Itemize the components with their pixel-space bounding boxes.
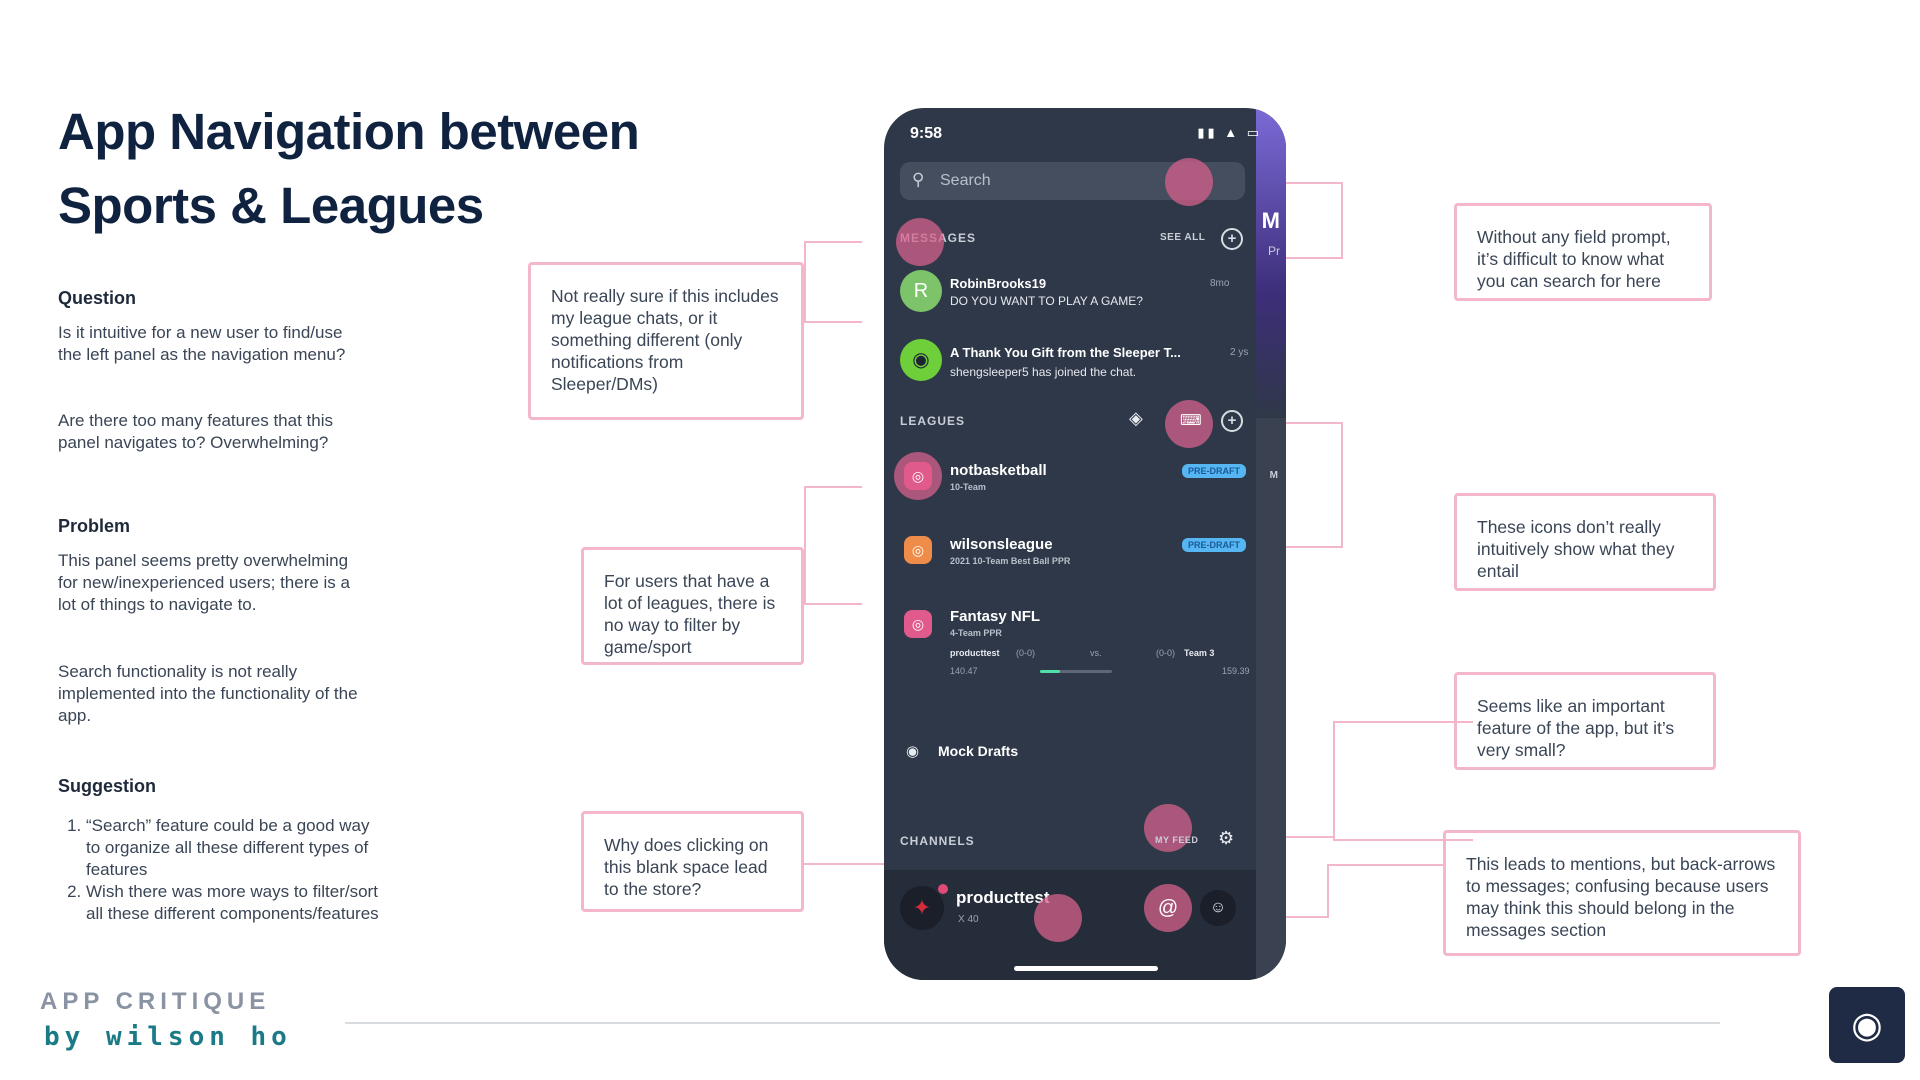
page-title-line1: App Navigation between: [58, 103, 640, 160]
league-sub: 2021 10-Team Best Ball PPR: [950, 556, 1071, 566]
question-text-1: Is it intuitive for a new user to find/u…: [58, 323, 346, 364]
message-sender: A Thank You Gift from the Sleeper T...: [950, 345, 1181, 360]
user-points: X 40: [958, 914, 979, 925]
see-all-link[interactable]: SEE ALL: [1160, 232, 1205, 243]
mock-drafts-link[interactable]: Mock Drafts: [938, 743, 1018, 759]
highlight-search: [1165, 158, 1213, 206]
notification-dot: [938, 884, 948, 894]
matchup-score1: 140.47: [950, 666, 978, 676]
connector-my-feed: [1333, 721, 1473, 841]
brand-author: by wilson ho: [44, 1022, 292, 1052]
side-panel-header: [1256, 108, 1286, 418]
message-time: 8mo: [1210, 278, 1230, 289]
problem-text-2: Search functionality is not really imple…: [58, 662, 358, 725]
league-name: Fantasy NFL: [950, 608, 1041, 625]
sleeper-bot-icon: ◉: [900, 339, 942, 381]
message-row[interactable]: ◉ A Thank You Gift from the Sleeper T...…: [900, 339, 1250, 389]
status-badge: PRE-DRAFT: [1182, 464, 1246, 478]
suggestion-item: Wish there was more ways to filter/sort …: [86, 881, 386, 925]
phone-screenshot: M Pr M 9:58 ▮▮ ▲ ▭ ⚲ Search MESSAGES SEE…: [884, 108, 1286, 980]
mock-drafts-icon: ◉: [906, 743, 920, 760]
add-friend-icon[interactable]: ☺: [1200, 890, 1236, 926]
matchup-record1: (0-0): [1016, 648, 1036, 658]
highlight-blank-space: [1034, 894, 1082, 942]
leagues-label: LEAGUES: [900, 414, 966, 428]
side-panel-sub: Pr: [1268, 244, 1280, 258]
user-name: producttest: [956, 888, 1050, 907]
league-row[interactable]: ◎ Fantasy NFL 4-Team PPR producttest (0-…: [900, 608, 1250, 688]
mentions-icon[interactable]: @: [1144, 884, 1192, 932]
message-preview: shengsleeper5 has joined the chat.: [950, 365, 1137, 379]
channels-label: CHANNELS: [900, 834, 975, 848]
side-panel-letter: M: [1261, 208, 1280, 233]
message-sender: RobinBrooks19: [950, 276, 1047, 291]
league-name: notbasketball: [950, 462, 1047, 479]
home-indicator: [1014, 966, 1158, 971]
league-icon: ◎: [904, 536, 932, 564]
search-placeholder: Search: [940, 172, 991, 189]
connector-messages: [804, 241, 862, 323]
status-time: 9:58: [910, 125, 943, 142]
avatar[interactable]: ✦: [900, 886, 944, 930]
question-text-2: Are there too many features that this pa…: [58, 411, 333, 452]
problem-heading: Problem: [58, 516, 131, 536]
note-icons: These icons don’t really intuitively sho…: [1454, 493, 1716, 591]
keyboard-icon[interactable]: ⌨: [1180, 411, 1202, 429]
note-my-feed: Seems like an important feature of the a…: [1454, 672, 1716, 770]
footer-divider: [345, 1022, 1720, 1024]
note-leagues: For users that have a lot of leagues, th…: [581, 547, 804, 665]
highlight-messages: [896, 218, 944, 266]
suggestion-list: “Search” feature could be a good way to …: [58, 815, 386, 925]
matchup-record2: (0-0): [1156, 648, 1176, 658]
suggestion-heading: Suggestion: [58, 776, 156, 796]
league-sub: 4-Team PPR: [950, 628, 1002, 638]
connector-mentions: [1327, 864, 1445, 918]
layers-icon[interactable]: ◈: [1129, 408, 1143, 429]
league-name: wilsonsleague: [950, 536, 1053, 553]
page-title-line2: Sports & Leagues: [58, 177, 484, 234]
matchup-score2: 159.39: [1222, 666, 1250, 676]
league-row[interactable]: ◎ notbasketball 10-Team PRE-DRAFT: [894, 452, 1250, 510]
league-row[interactable]: ◎ wilsonsleague 2021 10-Team Best Ball P…: [900, 534, 1250, 584]
gear-icon[interactable]: ⚙: [1218, 828, 1234, 849]
status-icons: ▮▮ ▲ ▭: [1197, 125, 1262, 140]
add-league-icon[interactable]: +: [1221, 410, 1243, 432]
league-sub: 10-Team: [950, 482, 986, 492]
league-icon: ◎: [904, 462, 932, 490]
league-icon: ◎: [904, 610, 932, 638]
connector-leagues: [804, 486, 862, 605]
note-messages: Not really sure if this includes my leag…: [528, 262, 804, 420]
side-panel-mid: M: [1269, 470, 1278, 481]
status-badge: PRE-DRAFT: [1182, 538, 1246, 552]
my-feed-link[interactable]: MY FEED: [1155, 835, 1198, 845]
problem-text-1: This panel seems pretty overwhelming for…: [58, 551, 350, 614]
search-icon: ⚲: [912, 170, 925, 189]
avatar: R: [900, 270, 942, 312]
note-mentions: This leads to mentions, but back-arrows …: [1443, 830, 1801, 956]
matchup-team1: producttest: [950, 648, 1000, 658]
note-search: Without any field prompt, it’s difficult…: [1454, 203, 1712, 301]
matchup-bar-fill: [1040, 670, 1060, 673]
add-message-icon[interactable]: +: [1221, 228, 1243, 250]
message-row[interactable]: R RobinBrooks19 DO YOU WANT TO PLAY A GA…: [900, 270, 1250, 320]
matchup-vs: vs.: [1090, 648, 1102, 658]
matchup-bar: [1040, 670, 1112, 673]
brand-title: APP CRITIQUE: [40, 988, 271, 1015]
sleeper-logo-icon: ◉: [1829, 987, 1905, 1063]
page-title: App Navigation between Sports & Leagues: [58, 95, 640, 243]
note-blank-space: Why does clicking on this blank space le…: [581, 811, 804, 912]
matchup-team2: Team 3: [1184, 648, 1215, 658]
message-time: 2 ys: [1230, 347, 1249, 358]
message-preview: DO YOU WANT TO PLAY A GAME?: [950, 294, 1143, 308]
question-heading: Question: [58, 288, 137, 308]
suggestion-item: “Search” feature could be a good way to …: [86, 815, 386, 881]
